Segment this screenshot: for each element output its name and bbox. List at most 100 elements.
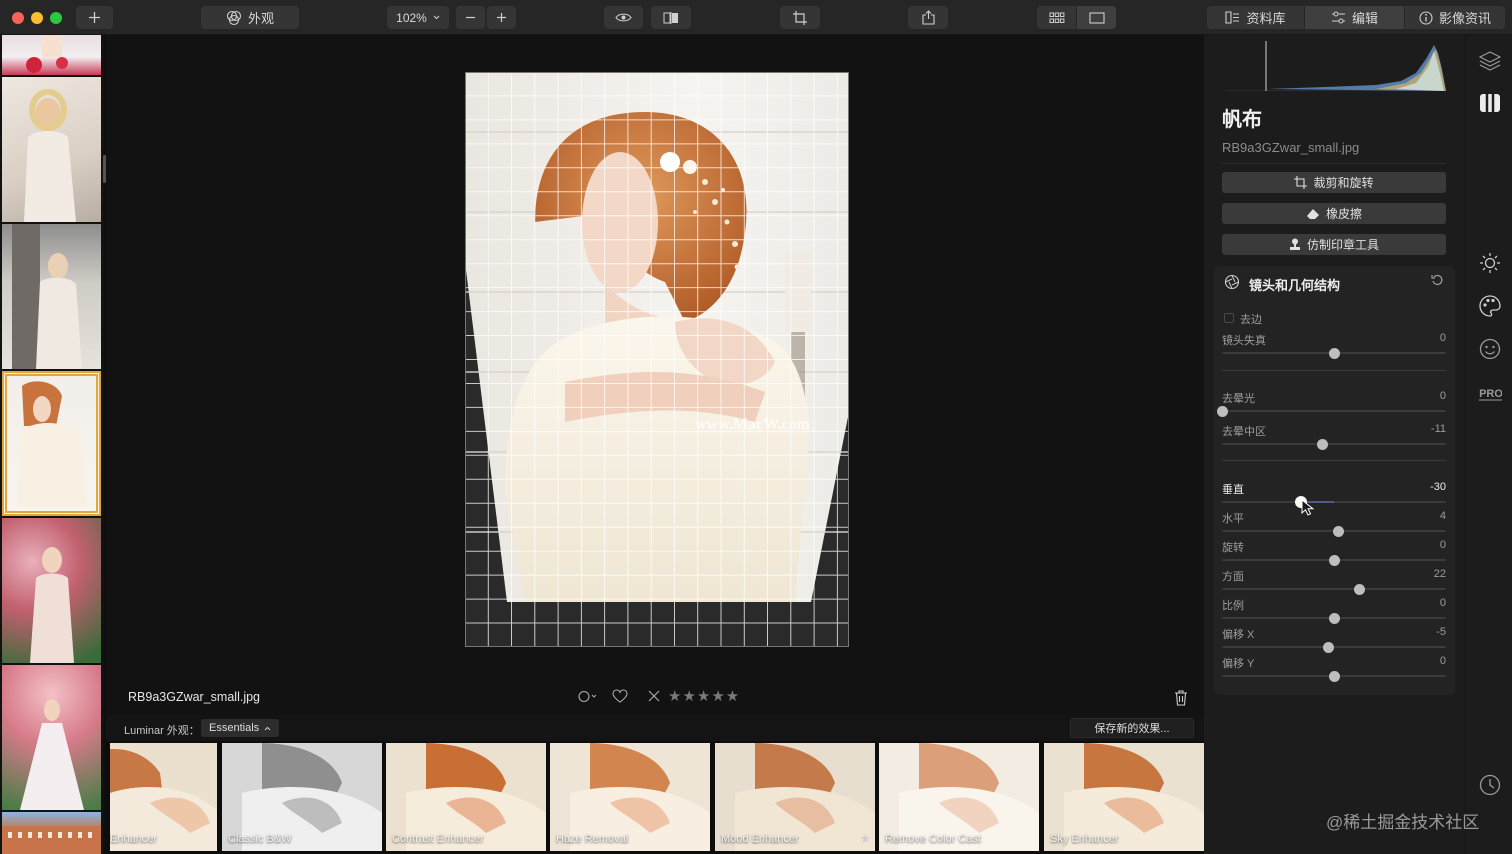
compare-button[interactable] (651, 6, 691, 29)
crop-rotate-button[interactable]: 裁剪和旋转 (1222, 172, 1446, 193)
slider-track[interactable] (1222, 670, 1446, 682)
eye-icon (615, 13, 632, 22)
looks-bar: Luminar 外观： Essentials 保存新的效果... (106, 715, 1204, 741)
zoom-out-button[interactable] (456, 6, 485, 29)
info-icon (1419, 10, 1433, 25)
reject-x-icon[interactable] (648, 690, 660, 702)
zoom-window-button[interactable] (50, 12, 62, 24)
image-canvas[interactable]: www.MacW.com RB9a3GZwar_small.jpg ★★★★★ (106, 35, 1204, 715)
looks-strip: Enhancer Classic B&W Contrast Enhancer H… (106, 741, 1204, 854)
slider-thumb[interactable] (1317, 438, 1328, 450)
look-preset[interactable]: Haze Removal (550, 743, 710, 851)
zoom-in-button[interactable] (487, 6, 516, 29)
look-preset[interactable]: Mood Enhancer ★ (715, 743, 875, 851)
layers-button[interactable] (1478, 49, 1502, 73)
crop-icon (1294, 176, 1308, 189)
slider-value: -11 (1430, 423, 1446, 435)
looks-label: Luminar 外观： (124, 725, 200, 737)
look-preset[interactable]: Enhancer (110, 743, 217, 851)
single-view-button[interactable] (1077, 6, 1116, 29)
filmstrip-thumbnail[interactable] (2, 665, 101, 810)
grid-view-button[interactable] (1037, 6, 1076, 29)
photo-thumbnail-image (12, 224, 82, 369)
canvas-tools-button[interactable] (1478, 91, 1502, 115)
share-button[interactable] (908, 6, 948, 29)
sun-icon (1480, 253, 1500, 273)
clone-stamp-button[interactable]: 仿制印章工具 (1222, 234, 1446, 255)
slider-track[interactable] (1222, 554, 1446, 566)
slider-track[interactable] (1222, 641, 1446, 653)
section-title: 镜头和几何结构 (1249, 278, 1341, 293)
look-preset[interactable]: Classic B&W (222, 743, 382, 851)
star-rating[interactable]: ★★★★★ (668, 687, 740, 705)
look-preset[interactable]: Remove Color Cast (879, 743, 1039, 851)
photo-thumbnail-image (30, 547, 74, 663)
filmstrip-thumbnail[interactable] (2, 518, 101, 663)
slider-label: 旋转 (1222, 542, 1244, 554)
trash-icon[interactable] (1174, 690, 1188, 706)
crop-button[interactable] (780, 6, 820, 29)
filmstrip-thumbnail[interactable] (2, 77, 101, 222)
lens-aperture-icon (1224, 274, 1240, 290)
edit-panel: 帆布 RB9a3GZwar_small.jpg 裁剪和旋转 橡皮擦 仿制印章工具… (1204, 35, 1465, 854)
slider-track[interactable] (1222, 525, 1446, 537)
slider-track[interactable] (1222, 612, 1446, 624)
slider-track[interactable] (1222, 438, 1446, 450)
slider-thumb[interactable] (1323, 641, 1334, 653)
slider-thumb[interactable] (1329, 347, 1340, 359)
toolbar: 外观 102% 资料库 编辑 影像资讯 (0, 0, 1512, 35)
essentials-button[interactable] (1478, 251, 1502, 275)
look-preset[interactable]: Contrast Enhancer (386, 743, 546, 851)
pro-button[interactable]: PRO (1478, 381, 1502, 405)
edited-photo[interactable]: www.MacW.com (465, 72, 849, 647)
slider-track[interactable] (1222, 496, 1446, 508)
zoom-dropdown[interactable]: 102% (387, 6, 449, 29)
preview-button[interactable] (604, 6, 643, 29)
slider-thumb[interactable] (1329, 670, 1340, 682)
slider-thumb[interactable] (1329, 554, 1340, 566)
palette-icon (1479, 295, 1501, 317)
color-label-icon[interactable] (578, 690, 598, 703)
zoom-value: 102% (396, 10, 427, 25)
looks-category-dropdown[interactable]: Essentials (201, 719, 280, 737)
creative-button[interactable] (1478, 294, 1502, 318)
filmstrip-thumbnail[interactable] (2, 224, 101, 369)
reset-icon[interactable] (1431, 274, 1443, 286)
divider (1222, 163, 1446, 164)
save-look-button[interactable]: 保存新的效果... (1070, 718, 1194, 738)
looks-toggle-button[interactable]: 外观 (201, 6, 299, 29)
defringe-checkbox[interactable] (1224, 313, 1234, 323)
slider-thumb[interactable] (1354, 583, 1365, 595)
divider (1222, 460, 1446, 461)
slider-label: 偏移 X (1222, 629, 1255, 641)
slider-track[interactable] (1217, 405, 1446, 417)
tab-library[interactable]: 资料库 (1207, 6, 1304, 29)
clock-icon (1479, 774, 1501, 796)
filmstrip-thumbnail-selected[interactable] (2, 371, 101, 516)
slider-thumb[interactable] (1217, 405, 1228, 417)
portrait-button[interactable] (1478, 337, 1502, 361)
look-preset[interactable]: Sky Enhancer (1044, 743, 1204, 851)
minus-icon (466, 16, 475, 19)
tab-info[interactable]: 影像资讯 (1405, 6, 1505, 29)
page-watermark: @稀土掘金技术社区 (1326, 813, 1480, 832)
slider-label: 水平 (1222, 513, 1244, 525)
favorite-star-icon[interactable]: ★ (859, 831, 871, 847)
tab-edit[interactable]: 编辑 (1305, 6, 1404, 29)
filmstrip-thumbnail[interactable] (2, 812, 101, 854)
slider-label: 偏移 Y (1222, 658, 1255, 670)
history-button[interactable] (1478, 773, 1502, 797)
slider-track[interactable] (1222, 583, 1446, 595)
slider-thumb[interactable] (1333, 525, 1344, 537)
slider-track[interactable] (1222, 347, 1446, 359)
add-button[interactable] (76, 6, 113, 29)
minimize-window-button[interactable] (31, 12, 43, 24)
eraser-button[interactable]: 橡皮擦 (1222, 203, 1446, 224)
slider-thumb[interactable] (1329, 612, 1340, 624)
plus-icon (497, 13, 506, 22)
filmstrip-thumbnail[interactable] (2, 35, 101, 75)
close-window-button[interactable] (12, 12, 24, 24)
luminar-window: 外观 102% 资料库 编辑 影像资讯 www.MacW.com RB9a3GZ… (0, 0, 1512, 854)
slider-value: 22 (1433, 568, 1446, 580)
heart-icon[interactable] (612, 689, 628, 703)
